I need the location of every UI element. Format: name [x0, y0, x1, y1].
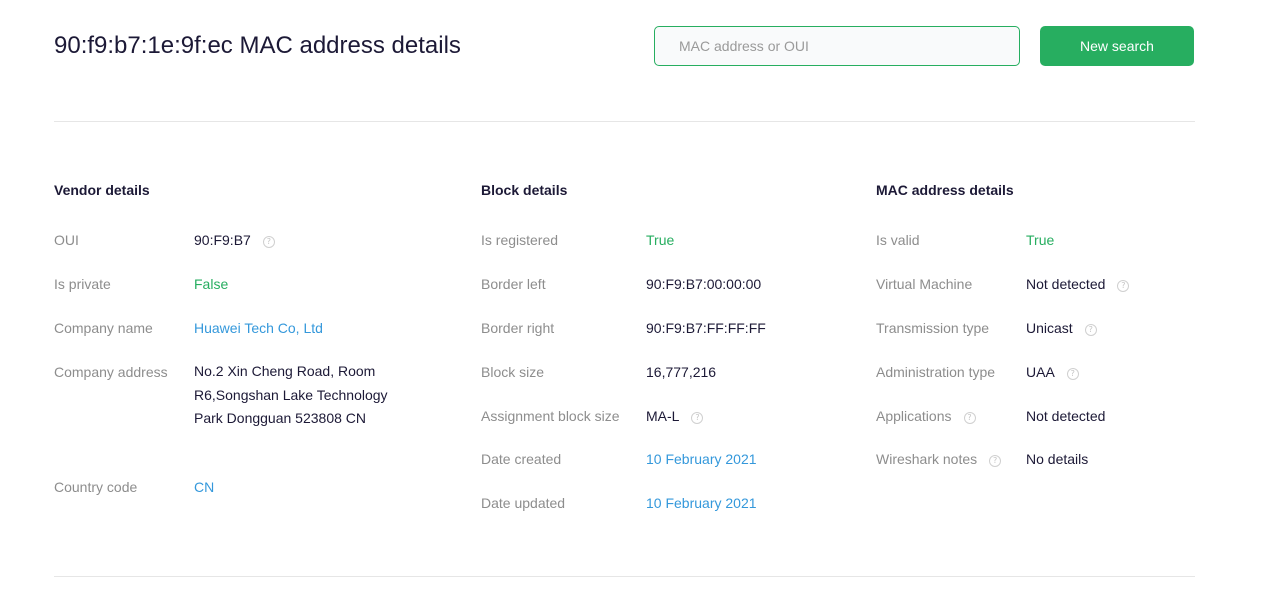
help-icon[interactable]: ? — [1066, 368, 1079, 380]
company-address-label: Company address — [54, 364, 168, 380]
administration-type-label: Administration type — [876, 364, 996, 380]
help-icon[interactable]: ? — [963, 412, 976, 424]
help-icon[interactable]: ? — [262, 236, 275, 248]
virtual-machine-value: Not detected? — [1026, 276, 1130, 292]
company-address-value: No.2 Xin Cheng Road, Room R6,Songshan La… — [194, 363, 388, 426]
date-updated-link[interactable]: 10 February 2021 — [646, 495, 757, 511]
administration-type-value: UAA? — [1026, 364, 1079, 380]
transmission-type-text: Unicast — [1026, 320, 1073, 336]
company-name-link[interactable]: Huawei Tech Co, Ltd — [194, 320, 323, 336]
applications-label-text: Applications — [876, 408, 952, 424]
mac-details-heading: MAC address details — [876, 182, 1014, 198]
border-left-value: 90:F9:B7:00:00:00 — [646, 276, 762, 292]
block-size-value: 16,777,216 — [646, 364, 717, 380]
assignment-block-size-value: MA-L? — [646, 408, 704, 424]
vendor-details-heading: Vendor details — [54, 182, 150, 198]
border-right-value: 90:F9:B7:FF:FF:FF — [646, 320, 766, 336]
help-icon[interactable]: ? — [691, 412, 704, 424]
is-registered-value: True — [646, 232, 675, 248]
help-icon[interactable]: ? — [1117, 280, 1130, 292]
new-search-button[interactable]: New search — [1040, 26, 1194, 66]
date-created-link[interactable]: 10 February 2021 — [646, 451, 757, 467]
country-code-label: Country code — [54, 479, 138, 495]
applications-label: Applications? — [876, 408, 976, 424]
wireshark-notes-value: No details — [1026, 451, 1089, 467]
is-private-value: False — [194, 276, 229, 292]
date-created-label: Date created — [481, 451, 562, 467]
wireshark-notes-label-text: Wireshark notes — [876, 451, 978, 467]
date-updated-label: Date updated — [481, 495, 566, 511]
block-details-heading: Block details — [481, 182, 568, 198]
virtual-machine-text: Not detected — [1026, 276, 1106, 292]
company-name-label: Company name — [54, 320, 153, 336]
oui-value: 90:F9:B7? — [194, 232, 275, 248]
transmission-type-value: Unicast? — [1026, 320, 1097, 336]
applications-value: Not detected — [1026, 408, 1106, 424]
is-registered-label: Is registered — [481, 232, 559, 248]
virtual-machine-label: Virtual Machine — [876, 276, 973, 292]
footer-divider — [54, 576, 1195, 577]
is-valid-label: Is valid — [876, 232, 920, 248]
oui-value-text: 90:F9:B7 — [194, 232, 251, 248]
assignment-block-size-label: Assignment block size — [481, 408, 620, 424]
is-valid-value: True — [1026, 232, 1055, 248]
wireshark-notes-label: Wireshark notes? — [876, 451, 1002, 467]
border-left-label: Border left — [481, 276, 546, 292]
help-icon[interactable]: ? — [989, 455, 1002, 467]
assignment-block-size-text: MA-L — [646, 408, 680, 424]
oui-label: OUI — [54, 232, 79, 248]
country-code-link[interactable]: CN — [194, 479, 214, 495]
is-private-label: Is private — [54, 276, 111, 292]
transmission-type-label: Transmission type — [876, 320, 990, 336]
header-divider — [54, 121, 1195, 122]
search-input[interactable] — [654, 26, 1020, 66]
border-right-label: Border right — [481, 320, 555, 336]
block-size-label: Block size — [481, 364, 545, 380]
page-title: 90:f9:b7:1e:9f:ec MAC address details — [54, 32, 461, 59]
administration-type-text: UAA — [1026, 364, 1055, 380]
help-icon[interactable]: ? — [1084, 324, 1097, 336]
